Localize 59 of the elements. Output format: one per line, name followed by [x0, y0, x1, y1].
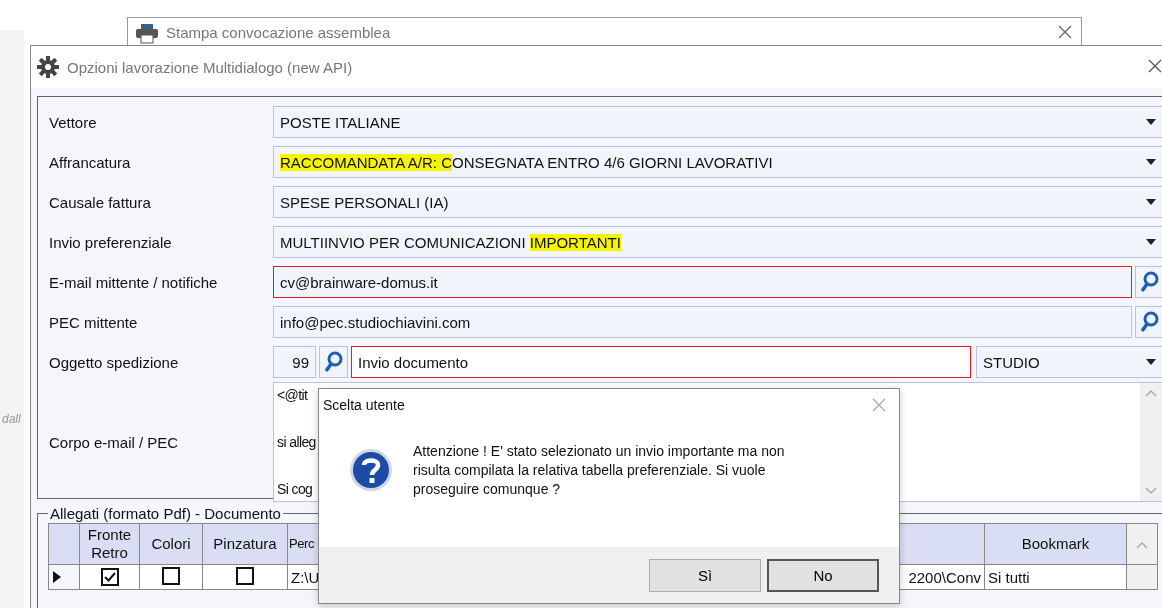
close-icon[interactable] [1147, 57, 1162, 74]
background-text: dall [2, 412, 21, 426]
text-line: <@tit [277, 387, 308, 403]
search-button[interactable] [319, 346, 348, 378]
search-icon [1139, 271, 1160, 293]
text-line: si alleg [277, 434, 316, 450]
close-icon[interactable] [1057, 24, 1073, 40]
row-header [48, 523, 80, 565]
dialog-message: Attenzione ! E' stato selezionato un invio importante ma non risulta compilata la relativa tabella preferenziale. Si vuole proseguire comunque ? [413, 441, 786, 499]
question-icon [349, 448, 393, 492]
dropdown-caret-icon[interactable] [1146, 119, 1156, 125]
dropdown-caret-icon[interactable] [1146, 239, 1156, 245]
field-label: PEC mittente [49, 313, 139, 331]
column-header[interactable]: Pinzatura [202, 523, 288, 565]
column-header[interactable]: Bookmark [984, 523, 1127, 565]
search-icon [1139, 311, 1160, 333]
table-cell: Si tutti [984, 564, 1127, 590]
field-label: Vettore [49, 113, 98, 131]
column-header[interactable]: Colori [139, 523, 203, 565]
checkbox[interactable] [162, 566, 180, 585]
current-row-icon [52, 570, 62, 583]
scrollbar[interactable] [1126, 523, 1158, 565]
input-field[interactable]: Invio documento [351, 346, 971, 378]
checkbox[interactable] [100, 568, 119, 586]
dropdown-value: SPESE PERSONALI (IA) [280, 193, 449, 211]
row-indicator[interactable] [48, 564, 80, 590]
field-label: Causale fattura [49, 193, 152, 211]
input-field[interactable]: info@pec.studiochiavini.com [273, 306, 1132, 338]
search-icon [323, 351, 344, 373]
dropdown[interactable]: SPESE PERSONALI (IA) [273, 186, 1162, 218]
text-line: Si cog [277, 481, 313, 497]
dropdown-caret-icon[interactable] [1146, 159, 1156, 165]
code-field[interactable]: 99 [273, 346, 316, 378]
input-field[interactable]: cv@brainware-domus.it [273, 266, 1132, 298]
field-label: Invio preferenziale [49, 233, 173, 251]
checkbox[interactable] [236, 566, 254, 585]
search-button[interactable] [1135, 306, 1162, 338]
gear-icon [37, 56, 59, 78]
dropdown-value: POSTE ITALIANE [280, 113, 401, 131]
group-legend: Allegati (formato Pdf) - Documento [48, 505, 283, 522]
column-header[interactable]: Fronte Retro [79, 523, 140, 565]
field-label: Affrancatura [49, 153, 132, 171]
dropdown[interactable]: MULTIINVIO PER COMUNICAZIONI IMPORTANTI [273, 226, 1162, 258]
dialog-title: Scelta utente [323, 397, 405, 413]
dropdown-caret-icon[interactable] [1146, 199, 1156, 205]
field-label: Oggetto spedizione [49, 353, 180, 371]
dialog-button[interactable]: Sì [649, 558, 761, 592]
dropdown-value: MULTIINVIO PER COMUNICAZIONI IMPORTANTI [280, 233, 621, 251]
path-text: Z:\U [291, 568, 320, 586]
dropdown[interactable]: STUDIO [976, 346, 1162, 378]
dropdown-caret-icon[interactable] [1146, 359, 1156, 365]
dropdown[interactable]: POSTE ITALIANE [273, 106, 1162, 138]
dialog-button[interactable]: No [767, 558, 879, 592]
path-text: 2200\Conv [908, 568, 981, 586]
window-title: Opzioni lavorazione Multidialogo (new API) [67, 58, 354, 76]
field-label: E-mail mittente / notifiche [49, 273, 219, 291]
window-title: Stampa convocazione assemblea [166, 24, 391, 41]
field-label: Corpo e-mail / PEC [49, 433, 180, 451]
search-button[interactable] [1135, 266, 1162, 298]
